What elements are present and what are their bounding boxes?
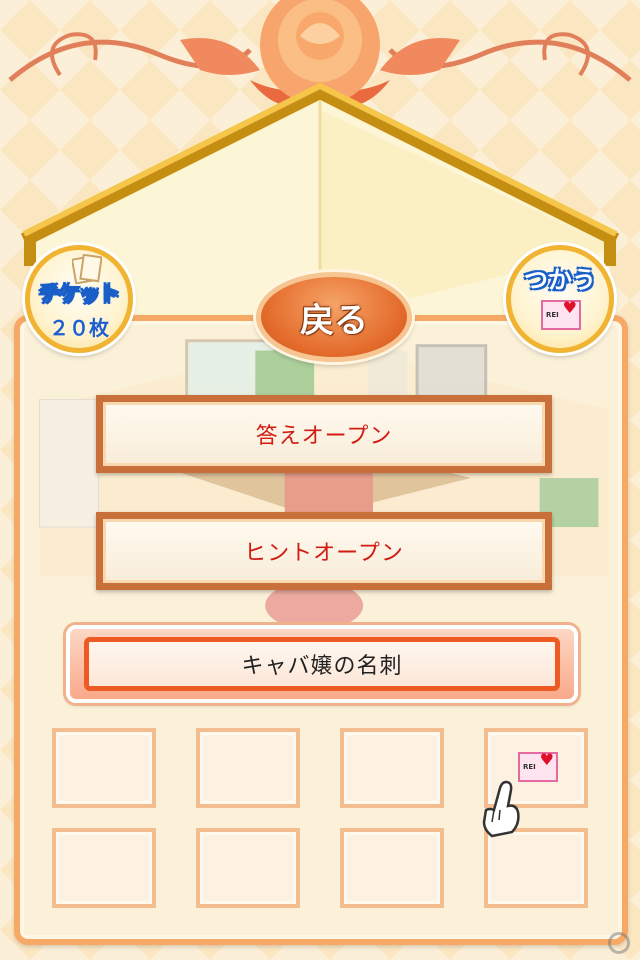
inventory-slot-6[interactable] bbox=[196, 828, 300, 908]
selected-item-bar: キャバ嬢の名刺 bbox=[66, 625, 578, 703]
watermark-logo bbox=[608, 932, 630, 954]
heart-icon: ♥ bbox=[562, 298, 577, 317]
card-text: REI bbox=[546, 311, 559, 319]
answer-open-button[interactable]: 答えオープン bbox=[96, 395, 552, 473]
inventory-slot-7[interactable] bbox=[340, 828, 444, 908]
inventory-slot-2[interactable] bbox=[196, 728, 300, 808]
use-button[interactable]: つかう ♥ REI bbox=[506, 245, 614, 353]
business-card-icon: ♥ REI bbox=[518, 752, 558, 782]
inventory-slot-3[interactable] bbox=[340, 728, 444, 808]
inventory-slot-1[interactable] bbox=[52, 728, 156, 808]
ticket-count: ２０枚 bbox=[49, 316, 109, 340]
answer-open-label: 答えオープン bbox=[255, 424, 393, 449]
hint-open-button[interactable]: ヒントオープン bbox=[96, 512, 552, 590]
selected-item-name: キャバ嬢の名刺 bbox=[241, 654, 403, 679]
pointer-hand-icon bbox=[482, 780, 520, 838]
heart-icon: ♥ bbox=[539, 750, 554, 769]
business-card-icon: ♥ REI bbox=[541, 300, 581, 330]
use-label: つかう bbox=[524, 266, 596, 294]
back-label: 戻る bbox=[300, 300, 368, 341]
inventory-slot-5[interactable] bbox=[52, 828, 156, 908]
selected-item-frame: キャバ嬢の名刺 bbox=[84, 637, 560, 691]
ticket-label: チケット bbox=[39, 282, 121, 307]
hint-open-label: ヒントオープン bbox=[244, 541, 404, 566]
back-button[interactable]: 戻る bbox=[256, 272, 412, 362]
ticket-counter-badge: チケット ２０枚 bbox=[25, 245, 133, 353]
card-text: REI bbox=[523, 763, 536, 771]
inventory-slot-8[interactable] bbox=[484, 828, 588, 908]
